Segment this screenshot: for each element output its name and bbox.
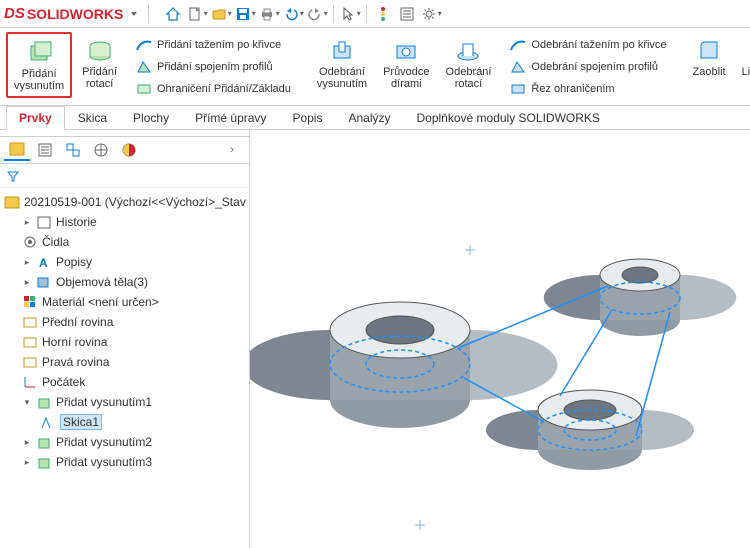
property-tab[interactable] <box>32 139 58 161</box>
3d-viewport[interactable] <box>250 130 750 548</box>
display-tab[interactable] <box>116 139 142 161</box>
lofted-boss-button[interactable]: Přidání spojením profilů <box>131 57 295 77</box>
feature-tree-tab[interactable] <box>4 139 30 161</box>
ribbon: Přidání vysunutím Přidání rotací Přidání… <box>0 28 750 106</box>
svg-text:A: A <box>39 256 48 270</box>
swept-boss-button[interactable]: Přidání tažením po křivce <box>131 35 295 55</box>
boundary-boss-button[interactable]: Ohraničení Přidání/Základu <box>131 79 295 99</box>
tree-extrude1[interactable]: ▾Přidat vysunutím1 <box>0 392 249 412</box>
tab-features[interactable]: Prvky <box>6 106 65 130</box>
tree-extrude3[interactable]: ▸Přidat vysunutím3 <box>0 452 249 472</box>
open-icon[interactable]: ▾ <box>210 3 232 25</box>
undo-icon[interactable]: ▾ <box>282 3 304 25</box>
cursor-icon[interactable]: ▾ <box>339 3 361 25</box>
revolve-cut-button[interactable]: Odebrání rotací <box>440 32 498 94</box>
tab-addins[interactable]: Doplňkové moduly SOLIDWORKS <box>404 106 613 129</box>
tree-top-plane[interactable]: Horní rovina <box>0 332 249 352</box>
tree-sensors[interactable]: Čidla <box>0 232 249 252</box>
extrude-cut-button[interactable]: Odebrání vysunutím <box>311 32 373 94</box>
boundary-cut-button[interactable]: Řez ohraničením <box>505 79 670 99</box>
tree-history[interactable]: ▸Historie <box>0 212 249 232</box>
panel-tabstrip: › <box>0 136 249 164</box>
revolve-boss-button[interactable]: Přidání rotací <box>76 32 123 98</box>
tree-right-plane[interactable]: Pravá rovina <box>0 352 249 372</box>
app-logo: DS SOLIDWORKS <box>4 5 123 22</box>
filter-row[interactable] <box>0 164 249 188</box>
print-icon[interactable]: ▾ <box>258 3 280 25</box>
tab-direct-edit[interactable]: Přímé úpravy <box>182 106 279 129</box>
title-bar: DS SOLIDWORKS ▾ ▾ ▾ ▾ ▾ ▾ ▾ ▾ <box>0 0 750 28</box>
tab-sketch[interactable]: Skica <box>65 106 120 129</box>
traffic-icon[interactable] <box>372 3 394 25</box>
extrude-boss-button[interactable]: Přidání vysunutím <box>6 32 72 98</box>
panel-expand-icon[interactable]: › <box>219 139 245 161</box>
command-tabstrip: Prvky Skica Plochy Přímé úpravy Popis An… <box>0 106 750 130</box>
swept-cut-button[interactable]: Odebrání tažením po křivce <box>505 35 670 55</box>
feature-manager-panel: › 20210519-001 (Výchozí<<Výchozí>_Stav ▸… <box>0 130 250 548</box>
fillet-button[interactable]: Zaoblit <box>687 32 732 94</box>
new-doc-icon[interactable]: ▾ <box>186 3 208 25</box>
redo-icon[interactable]: ▾ <box>306 3 328 25</box>
model-render <box>250 130 750 548</box>
lofted-cut-button[interactable]: Odebrání spojením profilů <box>505 57 670 77</box>
dimxpert-tab[interactable] <box>88 139 114 161</box>
tab-evaluate[interactable]: Analýzy <box>335 106 403 129</box>
tree-annotations[interactable]: ▸APopisy <box>0 252 249 272</box>
tree-solid-bodies[interactable]: ▸Objemová těla(3) <box>0 272 249 292</box>
tree-sketch1[interactable]: Skica1 <box>0 412 249 432</box>
tree-extrude2[interactable]: ▸Přidat vysunutím2 <box>0 432 249 452</box>
tab-surfaces[interactable]: Plochy <box>120 106 182 129</box>
tab-annotate[interactable]: Popis <box>279 106 335 129</box>
tree-root[interactable]: 20210519-001 (Výchozí<<Výchozí>_Stav <box>0 192 249 212</box>
list-panel-icon[interactable] <box>396 3 418 25</box>
title-expand-icon[interactable] <box>123 3 145 25</box>
tree-front-plane[interactable]: Přední rovina <box>0 312 249 332</box>
tree-material[interactable]: Materiál <není určen> <box>0 292 249 312</box>
tree-origin[interactable]: Počátek <box>0 372 249 392</box>
feature-tree: 20210519-001 (Výchozí<<Výchozí>_Stav ▸Hi… <box>0 188 249 548</box>
save-icon[interactable]: ▾ <box>234 3 256 25</box>
home-icon[interactable] <box>162 3 184 25</box>
config-tab[interactable] <box>60 139 86 161</box>
hole-wizard-button[interactable]: Průvodce dírami <box>377 32 435 94</box>
linear-pattern-button[interactable]: Lineární pole <box>736 32 750 94</box>
settings-icon[interactable]: ▾ <box>420 3 442 25</box>
